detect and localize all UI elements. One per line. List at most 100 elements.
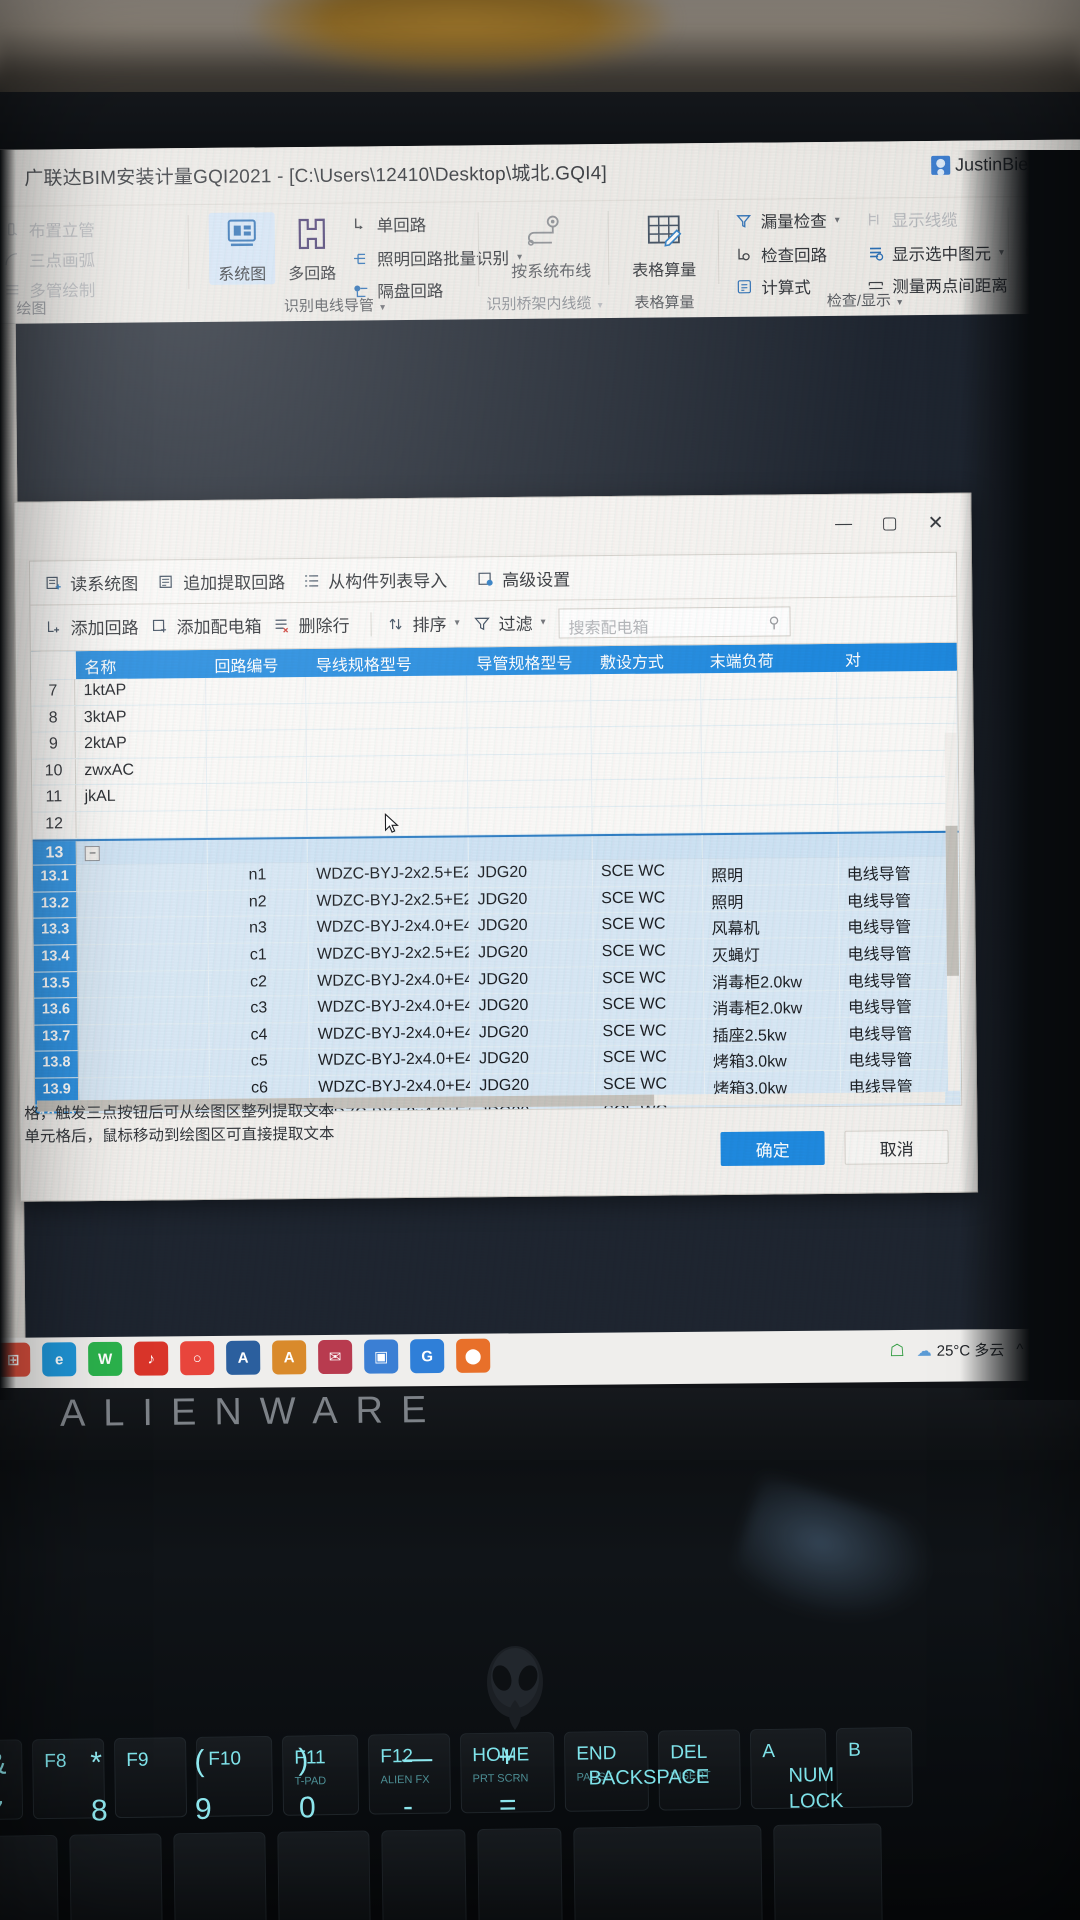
key-7[interactable]	[0, 1834, 59, 1920]
cell-laying-method[interactable]: SCE WC	[593, 912, 704, 940]
table-body[interactable]: 7 1ktAP 8 3ktAP 9 2ktAP 10 zwxAC 11 jkAL 12 13−13.1…	[31, 670, 962, 1114]
toolbar-advanced-settings[interactable]: 高级设置	[474, 565, 570, 591]
glodon-gqi-icon[interactable]: ⬤	[456, 1338, 491, 1373]
cell-terminal-load[interactable]	[701, 698, 838, 726]
table-header-cell[interactable]: 导线规格型号	[308, 647, 469, 677]
cell-terminal-load[interactable]	[701, 751, 838, 779]
cell-wire-spec[interactable]	[307, 755, 469, 783]
ribbon-item-show-cable[interactable]: 显示线缆	[864, 206, 958, 233]
cell-name[interactable]	[76, 810, 208, 838]
cell-conduit-spec[interactable]: JDG20	[470, 966, 595, 994]
cell-circuit-number[interactable]	[207, 838, 309, 864]
cell-laying-method[interactable]: SCE WC	[592, 859, 704, 886]
key-8[interactable]	[69, 1833, 163, 1920]
cell-terminal-load[interactable]: 照明	[702, 858, 839, 885]
toolbar-sort[interactable]: 排序 ▾	[384, 610, 460, 636]
toolbar-add-circuit[interactable]: 添加回路	[42, 614, 139, 640]
cell-conduit-spec[interactable]	[467, 700, 592, 728]
ribbon-button-system-diagram[interactable]: 系统图	[208, 212, 276, 285]
cell-wire-spec[interactable]: WDZC-BYJ-2x4.0+E4.0	[308, 914, 470, 942]
cell-wire-spec[interactable]	[306, 702, 468, 730]
circuit-table[interactable]: 名称 回路编号 导线规格型号 导管规格型号 敷设方式 末端负荷对 7 1ktAP 8 3ktAP…	[30, 642, 962, 1114]
cell-name[interactable]: 3ktAP	[75, 704, 207, 732]
cell-terminal-load[interactable]: 灭蝇灯	[703, 937, 840, 965]
cell-circuit-number[interactable]	[207, 809, 308, 837]
cell-name[interactable]: 1ktAP	[75, 677, 207, 705]
cell-laying-method[interactable]	[591, 726, 702, 754]
confirm-button[interactable]: 确定	[720, 1131, 825, 1167]
maximize-icon[interactable]: ▢	[866, 508, 912, 538]
cell-laying-method[interactable]: SCE WC	[593, 885, 704, 913]
cell-wire-spec[interactable]: WDZC-BYJ-2x2.5+E2.5	[308, 888, 470, 916]
cell-extra[interactable]	[837, 777, 959, 804]
cell-circuit-number[interactable]	[206, 730, 308, 757]
cell-wire-spec[interactable]: WDZC-BYJ-2x4.0+E4.0	[309, 967, 471, 996]
cell-wire-spec[interactable]	[307, 781, 469, 809]
cell-conduit-spec[interactable]: JDG20	[469, 940, 594, 967]
cell-extra[interactable]	[838, 832, 959, 858]
key-backspace[interactable]	[573, 1825, 763, 1920]
cell-wire-spec[interactable]	[306, 728, 469, 756]
cell-circuit-number[interactable]	[206, 703, 307, 731]
cell-laying-method[interactable]	[592, 779, 703, 807]
cell-name[interactable]	[78, 1023, 210, 1051]
cancel-button[interactable]: 取消	[844, 1129, 949, 1165]
ribbon-button-route-by-system[interactable]: 按系统布线	[511, 209, 591, 282]
chrome-icon[interactable]: ○	[180, 1341, 215, 1376]
cell-name[interactable]	[78, 970, 209, 998]
cell-conduit-spec[interactable]: JDG20	[469, 860, 594, 888]
cell-conduit-spec[interactable]: JDG20	[469, 913, 594, 941]
toolbar-import-from-component-list[interactable]: 从构件列表导入	[300, 567, 447, 593]
cell-laying-method[interactable]	[591, 673, 702, 700]
key-lock[interactable]	[773, 1823, 883, 1920]
toolbar-read-system-diagram[interactable]: 读系统图	[42, 570, 138, 596]
cell-conduit-spec[interactable]: JDG20	[470, 1019, 595, 1047]
key-=[interactable]	[477, 1827, 563, 1920]
cell-circuit-number[interactable]	[205, 676, 307, 704]
cell-conduit-spec[interactable]	[468, 835, 593, 861]
cell-extra[interactable]	[837, 697, 958, 725]
collapse-toggle[interactable]: −	[85, 845, 101, 861]
cell-laying-method[interactable]	[592, 834, 703, 860]
cell-circuit-number[interactable]: c3	[208, 996, 310, 1023]
key-0[interactable]	[277, 1830, 371, 1920]
cell-circuit-number[interactable]: n3	[208, 916, 309, 943]
cell-name[interactable]	[77, 864, 208, 891]
cell-extra[interactable]: 电线导管	[838, 883, 960, 911]
cell-circuit-number[interactable]: c5	[209, 1049, 311, 1076]
cell-terminal-load[interactable]	[702, 833, 839, 859]
cell-name[interactable]	[78, 1050, 210, 1078]
cell-circuit-number[interactable]: c1	[208, 942, 310, 970]
netease-music-icon[interactable]: ♪	[134, 1341, 169, 1376]
cell-extra[interactable]	[837, 750, 959, 778]
cell-circuit-number[interactable]: c4	[209, 1022, 310, 1050]
cell-laying-method[interactable]: SCE WC	[593, 965, 705, 993]
cell-circuit-number[interactable]: n1	[207, 863, 309, 890]
cell-circuit-number[interactable]: n2	[207, 889, 309, 917]
key-f9[interactable]	[113, 1737, 188, 1819]
cell-conduit-spec[interactable]: JDG20	[469, 886, 594, 914]
cell-extra[interactable]	[838, 803, 959, 831]
chevron-down-icon[interactable]: ▾	[598, 300, 603, 311]
foxmail-icon[interactable]: ✉	[318, 1339, 353, 1375]
photos-icon[interactable]: ▣	[364, 1339, 399, 1374]
cell-laying-method[interactable]: SCE WC	[593, 939, 704, 966]
cell-terminal-load[interactable]: 照明	[703, 884, 840, 912]
ribbon-item-single-circuit[interactable]: 单回路	[349, 211, 427, 238]
cell-laying-method[interactable]	[592, 806, 703, 833]
toolbar-add-distribution-box[interactable]: 添加配电箱	[148, 612, 262, 638]
cell-name[interactable]: jkAL	[76, 784, 208, 812]
table-header-cell[interactable]: 末端负荷	[702, 644, 838, 673]
chevron-down-icon[interactable]: ▾	[541, 617, 546, 628]
cell-wire-spec[interactable]: WDZC-BYJ-2x2.5+E2.5	[308, 941, 471, 969]
table-header-cell[interactable]: 导管规格型号	[468, 646, 592, 675]
ribbon-item-leak-check[interactable]: 漏量检查 ▾	[733, 207, 840, 234]
cell-circuit-number[interactable]: c2	[208, 969, 310, 997]
cell-extra[interactable]: 电线导管	[839, 989, 961, 1017]
cell-name[interactable]	[78, 997, 210, 1024]
cad-icon[interactable]: A	[226, 1340, 261, 1375]
minimize-icon[interactable]: —	[820, 509, 866, 539]
edge-icon[interactable]: e	[42, 1342, 77, 1377]
cell-laying-method[interactable]: SCE WC	[594, 1018, 705, 1046]
cell-wire-spec[interactable]: WDZC-BYJ-2x4.0+E4.0	[309, 994, 471, 1022]
